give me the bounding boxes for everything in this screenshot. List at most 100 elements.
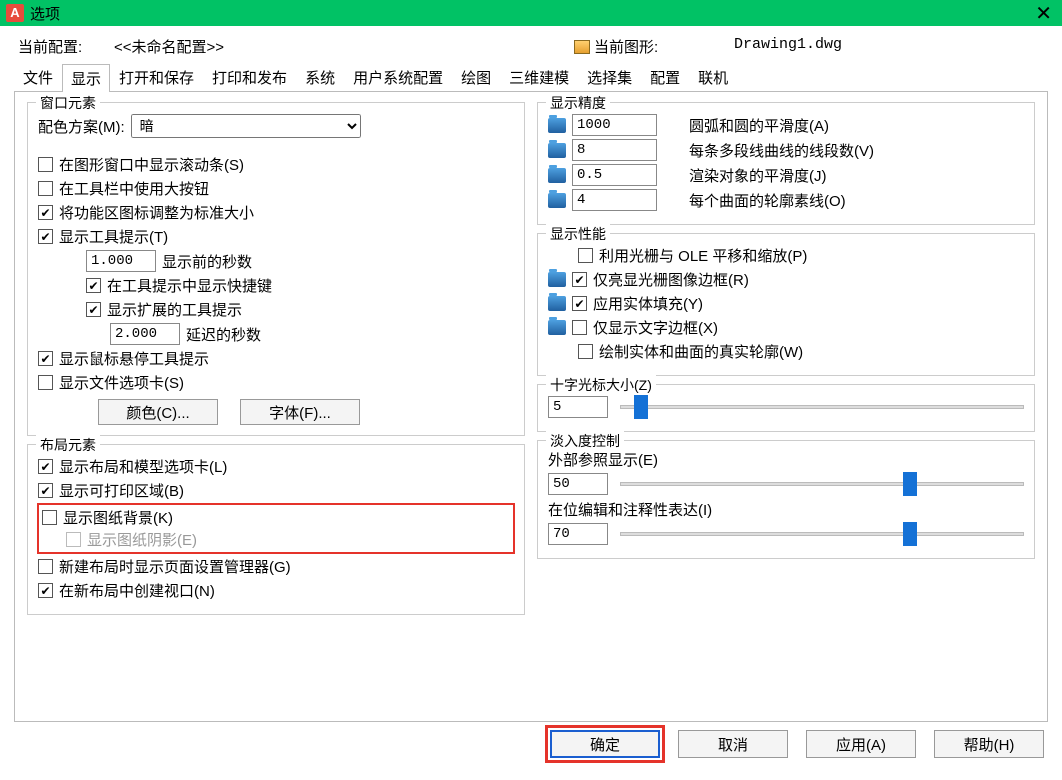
pline-seg-label: 每条多段线曲线的线段数(V)	[689, 140, 874, 161]
tooltip-delay-label: 显示前的秒数	[162, 251, 252, 272]
cb-bigbuttons[interactable]	[38, 181, 53, 196]
app-icon: A	[6, 4, 24, 22]
ext-delay-input[interactable]	[110, 323, 180, 345]
tab-3d[interactable]: 三维建模	[500, 63, 578, 91]
crosshair-slider[interactable]	[614, 405, 1024, 409]
folder-icon	[548, 193, 566, 208]
fonts-button[interactable]: 字体(F)...	[240, 399, 360, 425]
cb-printable[interactable]	[38, 483, 53, 498]
cb-textframe[interactable]	[572, 320, 587, 335]
group-fade: 淡入度控制 外部参照显示(E) 在位编辑和注释性表达(I)	[537, 440, 1035, 559]
cb-silhouette-label: 绘制实体和曲面的真实轮廓(W)	[599, 341, 803, 362]
cb-panzoom-label: 利用光栅与 OLE 平移和缩放(P)	[599, 245, 807, 266]
cb-filetabs-label: 显示文件选项卡(S)	[59, 372, 184, 393]
ok-button[interactable]: 确定	[550, 730, 660, 758]
cb-scrollbars[interactable]	[38, 157, 53, 172]
dialog-footer: 确定 取消 应用(A) 帮助(H)	[0, 722, 1062, 768]
cb-highlight-raster-label: 仅亮显光栅图像边框(R)	[593, 269, 749, 290]
folder-icon	[548, 272, 566, 287]
tab-open-save[interactable]: 打开和保存	[110, 63, 203, 91]
group-performance-legend: 显示性能	[546, 224, 610, 244]
tab-plot[interactable]: 打印和发布	[203, 63, 296, 91]
folder-icon	[548, 320, 566, 335]
tooltip-delay-input[interactable]	[86, 250, 156, 272]
tab-select[interactable]: 选择集	[578, 63, 641, 91]
current-drawing-value: Drawing1.dwg	[734, 36, 842, 57]
cb-layout-tabs-label: 显示布局和模型选项卡(L)	[59, 456, 227, 477]
cb-printable-label: 显示可打印区域(B)	[59, 480, 184, 501]
profile-row: 当前配置: <<未命名配置>> 当前图形: Drawing1.dwg	[14, 36, 1048, 57]
group-fade-legend: 淡入度控制	[546, 431, 624, 451]
cb-tooltip-shortcut[interactable]	[86, 278, 101, 293]
surf-contour-label: 每个曲面的轮廓素线(O)	[689, 190, 846, 211]
group-layout-elements-legend: 布局元素	[36, 435, 100, 455]
highlighted-paper-bg-area: 显示图纸背景(K) 显示图纸阴影(E)	[38, 504, 514, 553]
cb-paper-bg[interactable]	[42, 510, 57, 525]
cb-pagemgr[interactable]	[38, 559, 53, 574]
cancel-button[interactable]: 取消	[678, 730, 788, 758]
inplace-fade-input[interactable]	[548, 523, 608, 545]
cb-layout-tabs[interactable]	[38, 459, 53, 474]
cb-scrollbars-label: 在图形窗口中显示滚动条(S)	[59, 154, 244, 175]
current-drawing-label: 当前图形:	[594, 36, 658, 57]
group-precision: 显示精度 圆弧和圆的平滑度(A) 每条多段线曲线的线段数(V) 渲染对象的平滑度…	[537, 102, 1035, 225]
group-crosshair-legend: 十字光标大小(Z)	[546, 375, 656, 395]
inplace-fade-label: 在位编辑和注释性表达(I)	[548, 499, 1024, 520]
cb-highlight-raster[interactable]	[572, 272, 587, 287]
cb-viewport-label: 在新布局中创建视口(N)	[59, 580, 215, 601]
folder-icon	[548, 168, 566, 183]
apply-button[interactable]: 应用(A)	[806, 730, 916, 758]
cb-ribbon-std-label: 将功能区图标调整为标准大小	[59, 202, 254, 223]
cb-tooltips[interactable]	[38, 229, 53, 244]
cb-paper-shadow-label: 显示图纸阴影(E)	[87, 529, 197, 550]
cb-ribbon-std[interactable]	[38, 205, 53, 220]
cb-bigbuttons-label: 在工具栏中使用大按钮	[59, 178, 209, 199]
cb-tooltips-label: 显示工具提示(T)	[59, 226, 168, 247]
group-layout-elements: 布局元素 显示布局和模型选项卡(L) 显示可打印区域(B) 显示图纸背景(K)	[27, 444, 525, 615]
cb-solidfill[interactable]	[572, 296, 587, 311]
titlebar: A 选项 ✕	[0, 0, 1062, 26]
surf-contour-input[interactable]	[572, 189, 657, 211]
cb-pagemgr-label: 新建布局时显示页面设置管理器(G)	[59, 556, 291, 577]
color-scheme-select[interactable]: 暗	[131, 114, 361, 138]
tabs: 文件 显示 打开和保存 打印和发布 系统 用户系统配置 绘图 三维建模 选择集 …	[14, 63, 1048, 92]
crosshair-input[interactable]	[548, 396, 608, 418]
tab-online[interactable]: 联机	[689, 63, 737, 91]
render-smooth-input[interactable]	[572, 164, 657, 186]
close-icon[interactable]: ✕	[1035, 1, 1052, 26]
group-performance: 显示性能 利用光栅与 OLE 平移和缩放(P) 仅亮显光栅图像边框(R) 应用实…	[537, 233, 1035, 376]
colors-button[interactable]: 颜色(C)...	[98, 399, 218, 425]
inplace-fade-slider[interactable]	[614, 532, 1024, 536]
xref-fade-input[interactable]	[548, 473, 608, 495]
cb-paper-shadow	[66, 532, 81, 547]
render-smooth-label: 渲染对象的平滑度(J)	[689, 165, 827, 186]
cb-tooltip-ext[interactable]	[86, 302, 101, 317]
tab-draft[interactable]: 绘图	[452, 63, 500, 91]
folder-icon	[548, 143, 566, 158]
help-button[interactable]: 帮助(H)	[934, 730, 1044, 758]
folder-icon	[548, 118, 566, 133]
tab-system[interactable]: 系统	[296, 63, 344, 91]
tab-display[interactable]: 显示	[62, 64, 110, 92]
cb-silhouette[interactable]	[578, 344, 593, 359]
cb-hover[interactable]	[38, 351, 53, 366]
cb-tooltip-ext-label: 显示扩展的工具提示	[107, 299, 242, 320]
cb-tooltip-shortcut-label: 在工具提示中显示快捷键	[107, 275, 272, 296]
arc-smooth-input[interactable]	[572, 114, 657, 136]
window-title: 选项	[30, 3, 60, 24]
cb-viewport[interactable]	[38, 583, 53, 598]
pline-seg-input[interactable]	[572, 139, 657, 161]
group-window-elements: 窗口元素 配色方案(M): 暗 在图形窗口中显示滚动条(S) 在工具栏中使用大按…	[27, 102, 525, 436]
cb-panzoom[interactable]	[578, 248, 593, 263]
xref-fade-label: 外部参照显示(E)	[548, 449, 1024, 470]
cb-filetabs[interactable]	[38, 375, 53, 390]
xref-fade-slider[interactable]	[614, 482, 1024, 486]
tab-profile[interactable]: 配置	[641, 63, 689, 91]
cb-solidfill-label: 应用实体填充(Y)	[593, 293, 703, 314]
group-crosshair: 十字光标大小(Z)	[537, 384, 1035, 432]
arc-smooth-label: 圆弧和圆的平滑度(A)	[689, 115, 829, 136]
cb-textframe-label: 仅显示文字边框(X)	[593, 317, 718, 338]
color-scheme-label: 配色方案(M):	[38, 116, 125, 137]
tab-file[interactable]: 文件	[14, 63, 62, 91]
tab-user[interactable]: 用户系统配置	[344, 63, 452, 91]
